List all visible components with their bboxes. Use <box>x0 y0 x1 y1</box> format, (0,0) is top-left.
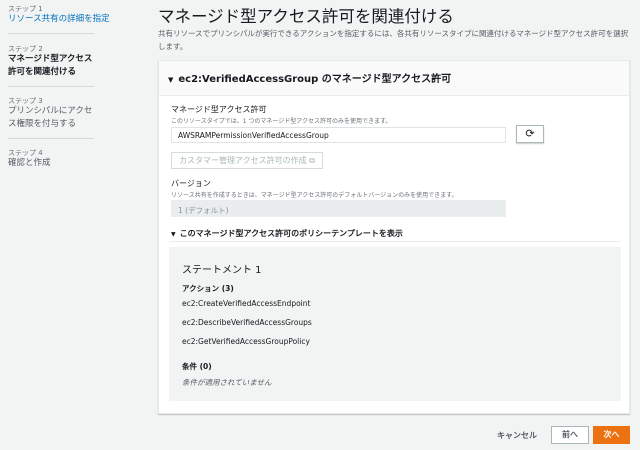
next-button[interactable]: 次へ <box>593 426 630 444</box>
divider <box>169 241 621 242</box>
divider <box>8 86 94 87</box>
step-3-title: プリンシパルにアクセス権限を付与する <box>8 106 93 129</box>
create-customer-permission-button[interactable]: カスタマー管理アクセス許可の作成 ⧉ <box>171 152 323 169</box>
step-2-current: マネージド型アクセス許可を関連付ける <box>8 54 93 77</box>
refresh-icon: ⟳ <box>525 127 535 140</box>
refresh-button[interactable]: ⟳ <box>516 125 544 143</box>
caret-down-icon: ▼ <box>168 76 174 84</box>
card-title: ec2:VerifiedAccessGroup のマネージド型アクセス許可 <box>178 74 452 85</box>
permission-label: マネージド型アクセス許可 <box>171 105 267 114</box>
step-4-title: 確認と作成 <box>8 158 51 168</box>
conditions-label: 条件 (0) <box>182 362 212 371</box>
create-button-label: カスタマー管理アクセス許可の作成 <box>179 156 307 165</box>
version-select[interactable]: 1 (デフォルト) <box>171 200 506 217</box>
page-title: マネージド型アクセス許可を関連付ける <box>158 7 454 26</box>
permission-hint: このリソースタイプでは、1 つのマネージド型アクセス許可のみを使用できます。 <box>171 118 392 125</box>
page-description: 共有リソースでプリンシパルが実行できるアクションを指定するには、各共有リソースタ… <box>158 29 629 51</box>
version-hint: リソース共有を作成するときは、マネージド型アクセス許可のデフォルトバージョンのみ… <box>171 192 458 199</box>
action-item: ec2:GetVerifiedAccessGroupPolicy <box>182 337 310 346</box>
divider <box>8 138 94 139</box>
policy-template-toggle[interactable]: ▼ このマネージド型アクセス許可のポリシーテンプレートを表示 <box>171 228 403 239</box>
policy-template: ステートメント 1 アクション (3) ec2:CreateVerifiedAc… <box>169 247 621 401</box>
policy-toggle-label: このマネージド型アクセス許可のポリシーテンプレートを表示 <box>179 229 403 238</box>
card-header[interactable]: ▼ ec2:VerifiedAccessGroup のマネージド型アクセス許可 <box>159 61 629 96</box>
cancel-button[interactable]: キャンセル <box>497 430 537 441</box>
external-link-icon: ⧉ <box>309 156 315 165</box>
version-label: バージョン <box>171 179 211 188</box>
caret-down-icon: ▼ <box>171 231 176 238</box>
divider <box>8 33 94 34</box>
permission-select[interactable]: AWSRAMPermissionVerifiedAccessGroup <box>171 127 506 143</box>
step-1-link[interactable]: リソース共有の詳細を指定 <box>8 13 110 26</box>
conditions-empty: 条件が適用されていません <box>182 378 272 387</box>
action-item: ec2:CreateVerifiedAccessEndpoint <box>182 299 311 308</box>
actions-label: アクション (3) <box>182 284 234 293</box>
permission-card: ▼ ec2:VerifiedAccessGroup のマネージド型アクセス許可 マ… <box>158 60 630 414</box>
previous-button[interactable]: 前へ <box>551 426 589 444</box>
statement-title: ステートメント 1 <box>182 265 262 276</box>
action-item: ec2:DescribeVerifiedAccessGroups <box>182 318 312 327</box>
